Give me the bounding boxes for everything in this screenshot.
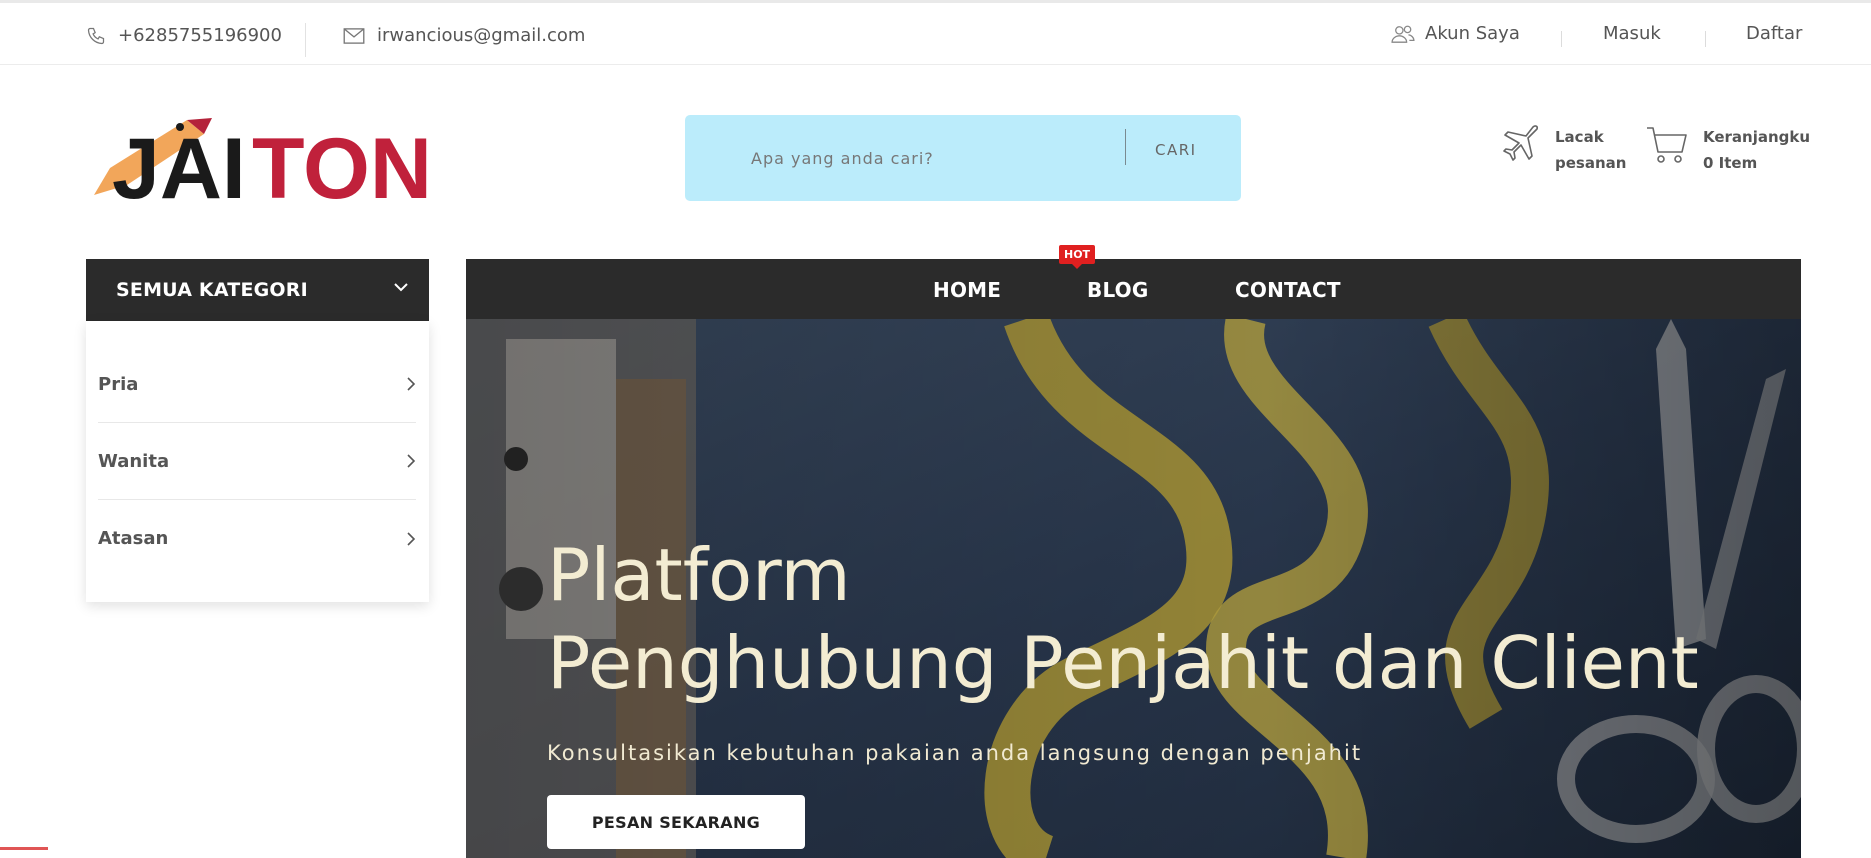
site-logo[interactable]: JAI TON <box>92 110 432 217</box>
category-list: Pria Wanita Atasan <box>86 321 429 602</box>
nav-home[interactable]: HOME <box>933 278 1001 302</box>
account-link[interactable]: Akun Saya <box>1391 23 1520 44</box>
top-bar: +6285755196900 irwancious@gmail.com Akun… <box>0 0 1871 65</box>
login-link[interactable]: Masuk <box>1603 23 1661 44</box>
search-bar: CARI <box>685 115 1241 201</box>
account-label: Akun Saya <box>1425 23 1520 44</box>
email-address: irwancious@gmail.com <box>377 25 586 46</box>
phone-number: +6285755196900 <box>118 25 282 46</box>
hero-subtitle: Konsultasikan kebutuhan pakaian anda lan… <box>547 741 1363 765</box>
phone-icon <box>87 27 105 44</box>
chevron-right-icon <box>407 531 416 546</box>
track-label-1: Lacak <box>1555 128 1604 146</box>
search-button[interactable]: CARI <box>1155 135 1197 165</box>
category-label: Atasan <box>98 528 169 549</box>
category-item-wanita[interactable]: Wanita <box>98 423 416 500</box>
phone-contact[interactable]: +6285755196900 <box>86 25 282 46</box>
divider <box>1705 31 1706 47</box>
chevron-down-icon <box>394 283 408 292</box>
hot-badge: HOT <box>1059 245 1096 269</box>
email-contact[interactable]: irwancious@gmail.com <box>343 25 585 46</box>
order-now-button[interactable]: PESAN SEKARANG <box>547 795 805 849</box>
divider <box>1561 31 1562 47</box>
corner-marker <box>0 847 48 858</box>
category-item-pria[interactable]: Pria <box>98 346 416 423</box>
search-input[interactable] <box>751 143 1141 173</box>
chevron-right-icon <box>407 454 416 468</box>
cart-count: 0 Item <box>1703 154 1758 172</box>
search-divider <box>1125 129 1126 165</box>
cart-link[interactable]: Keranjangku 0 Item <box>1645 122 1810 176</box>
logo-text-dark: JAI <box>112 121 246 210</box>
category-label: Pria <box>98 373 139 395</box>
track-label-2: pesanan <box>1555 154 1627 172</box>
airplane-icon <box>1503 125 1538 161</box>
main-nav: HOME HOT BLOG CONTACT <box>466 245 1801 319</box>
register-label: Daftar <box>1746 23 1803 44</box>
divider <box>305 23 306 57</box>
logo-text-red: TON <box>252 121 427 210</box>
track-order-link[interactable]: Lacak pesanan <box>1497 122 1626 176</box>
category-item-atasan[interactable]: Atasan <box>98 500 416 577</box>
logo-graphic: JAI TON <box>94 118 432 217</box>
login-label: Masuk <box>1603 23 1661 44</box>
cart-label: Keranjangku <box>1703 128 1811 146</box>
hero-title: Platform Penghubung Penjahit dan Client <box>547 531 1699 707</box>
nav-blog[interactable]: BLOG <box>1087 278 1149 302</box>
category-label: Wanita <box>98 450 170 472</box>
register-link[interactable]: Daftar <box>1746 23 1802 44</box>
hero-title-line-2: Penghubung Penjahit dan Client <box>547 621 1699 705</box>
categories-title: SEMUA KATEGORI <box>116 279 308 301</box>
mail-icon <box>343 27 365 44</box>
cart-icon <box>1647 127 1687 163</box>
users-icon <box>1391 25 1415 43</box>
hero-title-line-1: Platform <box>547 533 851 617</box>
all-categories-toggle[interactable]: SEMUA KATEGORI <box>86 259 429 321</box>
hero-banner: Platform Penghubung Penjahit dan Client … <box>466 319 1801 858</box>
nav-contact[interactable]: CONTACT <box>1235 278 1341 302</box>
chevron-right-icon <box>407 377 416 391</box>
